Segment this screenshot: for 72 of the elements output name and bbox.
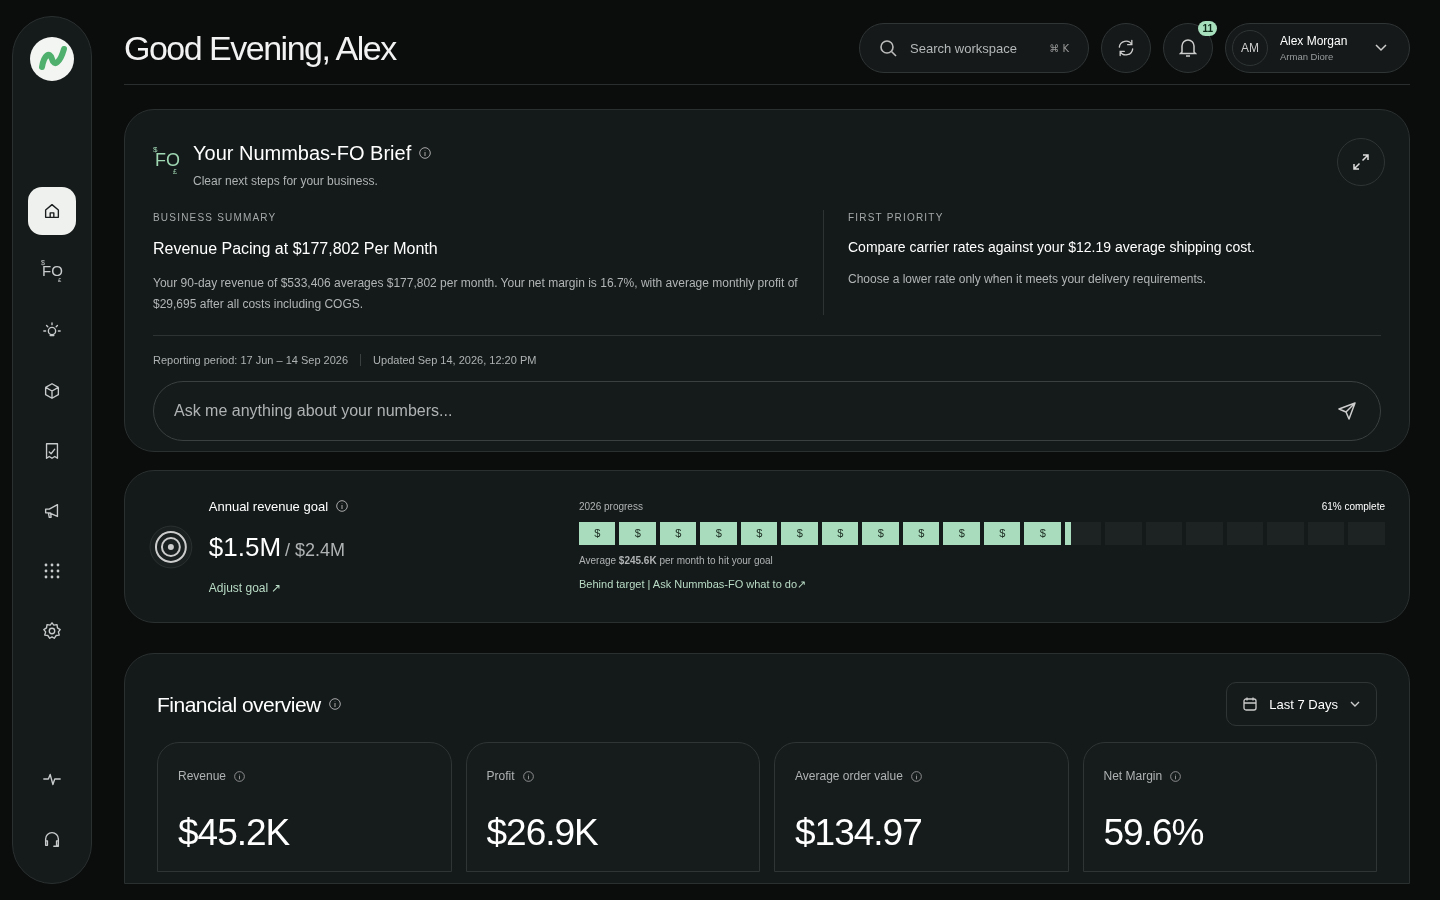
segment-symbol: $ [877,526,884,542]
metric-label: Net Margin [1103,768,1163,786]
info-icon [419,147,432,159]
info-icon [1170,770,1182,782]
brief-subtitle: Clear next steps for your business. [193,173,379,190]
info-icon [522,770,534,782]
info-icon [328,698,341,711]
segment-symbol: $ [1039,526,1046,542]
info-icon [910,770,922,782]
segment-symbol: $ [756,526,763,542]
calendar-icon [1243,697,1258,712]
expand-icon [1353,154,1369,170]
metric-value: $45.2K [178,811,291,856]
segment-symbol: $ [796,526,803,542]
expand-button[interactable] [1337,138,1385,186]
cube-icon [42,381,62,401]
segment-symbol: $ [837,526,844,542]
date-range-dropdown[interactable]: Last 7 Days [1226,682,1377,727]
metric-label: Average order value [795,768,903,786]
summary-heading: Revenue Pacing at $177,802 Per Month [153,239,439,259]
notification-badge: 11 [1198,21,1217,36]
shortcut-hint: ⌘ K [1049,42,1069,56]
priority-text: Choose a lower rate only when it meets your delivery requirements. [848,271,1208,288]
metric-value: 59.6% [1103,811,1205,856]
goal-label: Annual revenue goal [208,497,329,516]
metric-value: $134.97 [795,811,923,856]
metric-label: Profit [486,768,515,786]
segment-symbol: $ [594,526,601,542]
ask-field[interactable]: Ask me anything about your numbers... [153,380,1381,441]
logo-icon [30,37,74,81]
updated-time: Updated Sep 14, 2026, 12:20 PM [373,353,537,368]
average-needed-text: Average $245.6K per month to hit your goal [579,553,774,568]
home-icon [42,201,62,221]
notifications-button[interactable] [1163,23,1213,73]
summary-text: Your 90-day revenue of $533,406 averages $177,802 per month. Your net margin is 16.7%, with average monthly profit of $29,695 after all costs including COGS. [153,275,799,313]
user-subtitle: Arman Diore [1280,49,1334,64]
adjust-goal-link[interactable]: Adjust goal ↗ [208,579,579,598]
greeting: Good Evening, Alex [124,27,396,69]
progress-percent: 61% complete [1321,499,1385,514]
segment-symbol: $ [715,526,722,542]
user-name: Alex Morgan [1280,32,1348,50]
segment-symbol: $ [675,526,682,542]
headset-icon [42,829,62,849]
goal-target: / $2.4M [285,539,346,563]
priority-heading: Compare carrier rates against your $12.19 average shipping cost. [848,238,1256,257]
bell-icon [1179,38,1197,58]
chevron-down-icon [1350,701,1360,708]
section-label: BUSINESS SUMMARY [153,211,278,225]
info-icon [234,770,246,782]
brief-title: Your Nummbas-FO Brief [193,141,412,166]
progress-label: 2026 progress [579,499,643,514]
info-icon [336,500,349,513]
user-menu[interactable]: AM Alex Morgan Arman Diore [1225,23,1410,73]
refresh-button[interactable] [1101,23,1151,73]
metric-value: $26.9K [486,811,599,856]
metric-label: Revenue [178,768,227,786]
ask-advice-link[interactable]: Behind target | Ask Nummbas-FO what to do↗ [579,575,807,593]
settings-icon [42,621,62,641]
section-label: FIRST PRIORITY [848,211,945,225]
nav-item[interactable] [28,187,76,235]
goal-value: $1.5M [208,531,282,565]
segment-symbol: $ [999,526,1006,542]
segment-symbol: $ [634,526,641,542]
send-icon [1337,400,1357,421]
chevron-down-icon [1375,44,1387,52]
search-icon [879,39,897,57]
segment-symbol: $ [958,526,965,542]
reporting-period: Reporting period: 17 Jun – 14 Sep 2026 [153,353,349,368]
refresh-icon [1116,38,1136,58]
target-icon [149,524,193,569]
overview-title: Financial overview [157,691,321,718]
segment-symbol: $ [918,526,925,542]
